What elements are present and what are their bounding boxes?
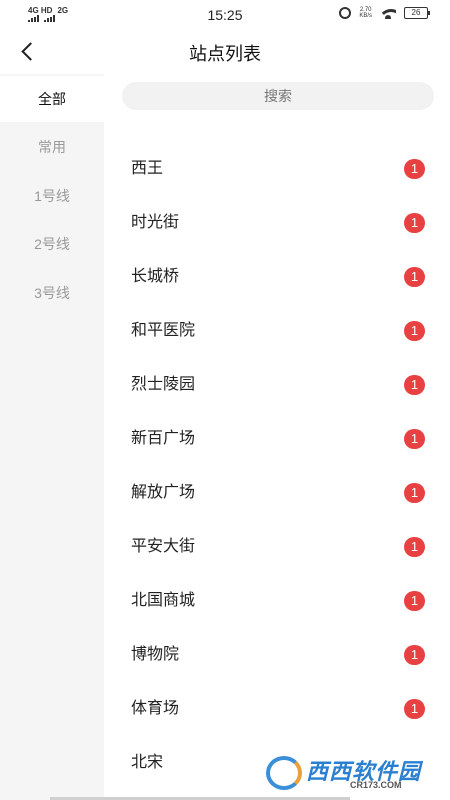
count-badge: 1 [404, 429, 425, 449]
count-badge: 1 [404, 159, 425, 179]
station-name: 和平医院 [131, 322, 196, 339]
sidebar-item-label: 全部 [38, 91, 66, 107]
station-name: 解放广场 [131, 484, 196, 501]
sidebar-item-common[interactable]: 常用 [0, 124, 104, 170]
sidebar-item-label: 2号线 [34, 236, 70, 252]
watermark-logo: 西西软件园 CR173.COM [266, 752, 436, 794]
sidebar-item-line-3[interactable]: 3号线 [0, 270, 104, 316]
count-badge: 1 [404, 537, 425, 557]
station-name: 长城桥 [131, 268, 180, 285]
net-speed: 2.70 KB/s [359, 7, 372, 19]
station-name: 时光街 [131, 214, 180, 231]
sidebar-item-line-1[interactable]: 1号线 [0, 173, 104, 219]
wifi-icon [380, 7, 396, 19]
count-badge: 1 [404, 645, 425, 665]
sidebar-item-label: 常用 [38, 139, 66, 155]
count-badge: 1 [404, 699, 425, 719]
station-name: 北国商城 [131, 592, 196, 609]
list-item[interactable]: 新百广场 1 [104, 412, 450, 466]
station-name: 北宋 [131, 754, 164, 771]
list-item[interactable]: 烈士陵园 1 [104, 358, 450, 412]
logo-icon [266, 756, 302, 790]
line-sidebar: 全部 常用 1号线 2号线 3号线 [0, 74, 130, 800]
page-title: 站点列表 [189, 44, 261, 64]
sidebar-item-line-2[interactable]: 2号线 [0, 221, 104, 267]
main-content: 西王 1 时光街 1 长城桥 1 和平医院 1 烈士陵园 1 新百广场 1 解放… [104, 74, 450, 800]
sidebar-item-label: 1号线 [34, 188, 70, 204]
station-name: 体育场 [131, 700, 180, 717]
count-badge: 1 [404, 321, 425, 341]
search-input[interactable] [122, 82, 434, 110]
status-bar: 4G HD 2G 15:25 2.70 KB/s 26 [0, 0, 450, 30]
station-name: 西王 [131, 160, 164, 177]
header: 站点列表 [0, 30, 450, 74]
list-item[interactable]: 和平医院 1 [104, 304, 450, 358]
count-badge: 1 [404, 267, 425, 287]
station-list: 西王 1 时光街 1 长城桥 1 和平医院 1 烈士陵园 1 新百广场 1 解放… [104, 142, 450, 790]
list-item[interactable]: 解放广场 1 [104, 466, 450, 520]
list-item[interactable]: 西王 1 [104, 142, 450, 196]
alarm-icon [339, 7, 352, 19]
list-item[interactable]: 平安大街 1 [104, 520, 450, 574]
list-item[interactable]: 时光街 1 [104, 196, 450, 250]
count-badge: 1 [404, 483, 425, 503]
station-name: 平安大街 [131, 538, 196, 555]
list-item[interactable]: 长城桥 1 [104, 250, 450, 304]
watermark-subtitle: CR173.COM [350, 780, 402, 790]
count-badge: 1 [404, 213, 425, 233]
station-name: 新百广场 [131, 430, 196, 447]
station-name: 博物院 [131, 646, 180, 663]
list-item[interactable]: 北国商城 1 [104, 574, 450, 628]
list-item[interactable]: 体育场 1 [104, 682, 450, 736]
sidebar-item-all[interactable]: 全部 [0, 76, 104, 122]
count-badge: 1 [404, 375, 425, 395]
count-badge: 1 [404, 591, 425, 611]
net-speed-unit: KB/s [359, 13, 372, 19]
station-name: 烈士陵园 [131, 376, 196, 393]
sidebar-item-label: 3号线 [34, 285, 70, 301]
battery-icon: 26 [404, 7, 430, 19]
list-item[interactable]: 博物院 1 [104, 628, 450, 682]
